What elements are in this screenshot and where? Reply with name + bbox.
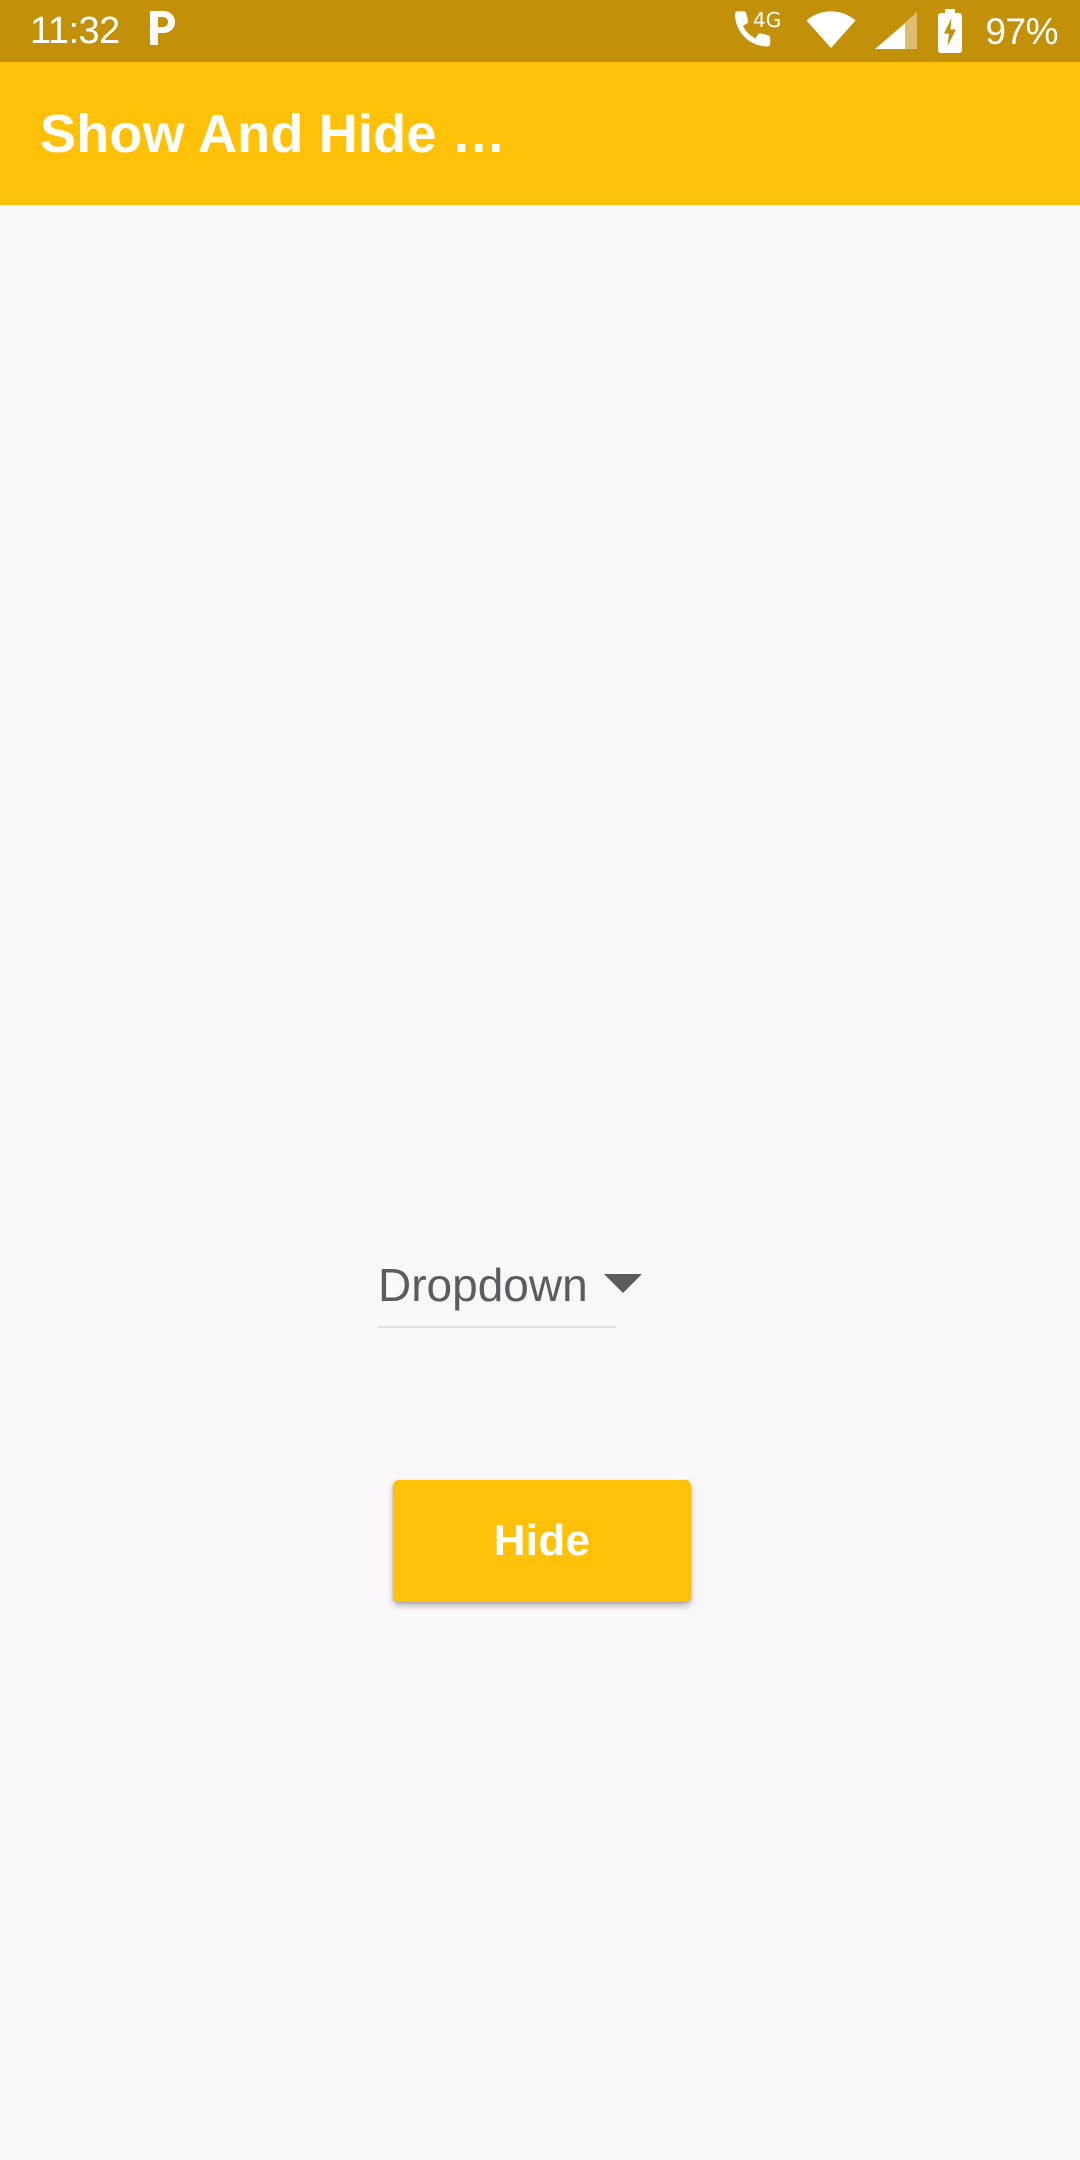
hide-button[interactable]: Hide: [393, 1480, 691, 1602]
chevron-down-icon: [603, 1274, 642, 1294]
volte-4g-icon: 4G: [731, 10, 789, 52]
app-bar: Show And Hide …: [0, 62, 1080, 205]
paytm-p-icon: [146, 9, 176, 54]
dropdown-spinner[interactable]: Dropdown: [378, 1259, 642, 1328]
main-content: Dropdown Hide: [0, 205, 1080, 2160]
status-bar-clock: 11:32: [30, 10, 120, 52]
cellular-signal-icon: [873, 11, 919, 51]
status-bar-right: 4G 97%: [731, 9, 1058, 53]
svg-text:4G: 4G: [753, 10, 781, 32]
dropdown-spinner-label: Dropdown: [378, 1259, 588, 1311]
battery-charging-icon: [935, 9, 965, 53]
status-bar-left: 11:32: [30, 9, 176, 54]
page-title: Show And Hide …: [40, 106, 506, 161]
wifi-icon: [805, 11, 857, 51]
app-screen: 11:32 4G 97% Show And Hide … Dropdown Hi…: [0, 0, 1080, 2160]
status-bar: 11:32 4G 97%: [0, 0, 1080, 62]
battery-percentage: 97%: [985, 10, 1058, 52]
